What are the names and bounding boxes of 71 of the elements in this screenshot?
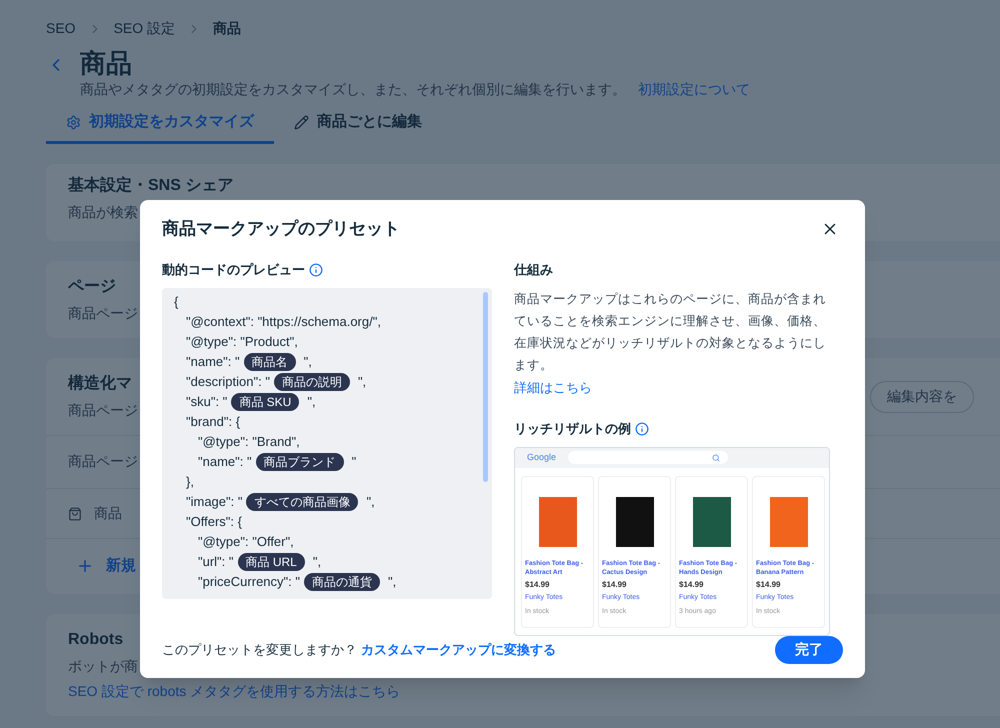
breadcrumb[interactable]: SEO — [46, 18, 76, 39]
tab[interactable]: 商品ごとに編集 — [274, 104, 442, 144]
code-text: "@type": "Offer", — [198, 532, 294, 551]
tab[interactable]: 初期設定をカスタマイズ — [46, 104, 274, 144]
info-icon[interactable] — [635, 422, 649, 436]
breadcrumb[interactable]: 商品 — [213, 18, 242, 39]
section-title: 基本設定・SNS シェア — [68, 175, 234, 196]
code-text: "Offers": { — [186, 512, 242, 531]
breadcrumb[interactable]: SEO 設定 — [114, 18, 176, 39]
dialog-title: 商品マークアップのプリセット — [162, 218, 400, 240]
code-text: "brand": { — [186, 412, 240, 431]
product-price: $14.99 — [525, 578, 550, 590]
variable-tag: すべての商品画像 — [246, 492, 358, 510]
variable-tag: 商品ブランド — [256, 452, 344, 470]
code-text: "description": " — [186, 372, 270, 391]
code-text: "@type": "Brand", — [198, 432, 300, 451]
variable-tag: 商品 URL — [238, 552, 305, 570]
page-description: 商品やメタタグの初期設定をカスタマイズし、また、それぞれ個別に編集を行います。 — [80, 80, 626, 99]
row-text: 商品 — [94, 504, 122, 523]
section-subtitle: 商品ページ — [68, 401, 138, 420]
code-text: ", — [304, 352, 312, 371]
bag-icon — [68, 506, 82, 520]
code-text: ", — [312, 552, 322, 571]
section-subtitle: ボットが商 — [68, 656, 138, 676]
code-text: "name": " — [198, 452, 252, 471]
code-text: " — [352, 452, 356, 471]
code-text: "sku": " — [186, 392, 228, 411]
section-label: 仕組み — [514, 261, 554, 279]
code-text: "@type": "Product", — [186, 332, 298, 351]
section-title: Robots — [68, 630, 124, 650]
add-link[interactable]: 新規 — [106, 555, 136, 578]
code-text: "url": " — [198, 552, 234, 571]
page-title: 商品 — [80, 47, 133, 79]
variable-tag: 商品の通貨 — [304, 572, 380, 590]
code-text: "@context": "https://schema.org/", — [186, 312, 381, 331]
edit-button[interactable]: 編集内容を — [870, 380, 974, 412]
variable-tag: 商品の説明 — [274, 372, 350, 390]
footer-question: このプリセットを変更しますか？ — [162, 640, 357, 659]
product-price: $14.99 — [602, 578, 628, 590]
code-text: ", — [307, 392, 316, 411]
product-price: $14.99 — [679, 578, 704, 590]
variable-tag: 商品名 — [244, 352, 296, 370]
scrollbar[interactable] — [483, 292, 488, 482]
code-text: }, — [186, 472, 194, 491]
code-text: ", — [366, 492, 375, 511]
section-label: リッチリザルトの例 — [514, 420, 631, 438]
product-price: $14.99 — [756, 578, 782, 590]
search-icon — [712, 454, 720, 462]
section-title: 構造化マ — [68, 374, 132, 394]
settings-icon — [66, 115, 81, 130]
convert-link[interactable]: カスタムマークアップに変換する — [361, 640, 556, 660]
section-label: 動的コードのプレビュー — [162, 261, 305, 279]
section-title: ページ — [68, 277, 116, 297]
info-link[interactable]: 初期設定について — [638, 79, 750, 100]
variable-tag: 商品 SKU — [231, 392, 300, 410]
section-subtitle: 商品ページ — [68, 304, 138, 323]
pencil-icon — [294, 115, 309, 130]
description-text: 商品マークアップはこれらのページに、商品が含まれていることを検索エンジンに理解させ、画像、価格、在庫状況などがリッチリザルトの対象となるようにします。 — [514, 290, 827, 374]
search-logo: Google — [527, 450, 556, 464]
code-text: "name": " — [186, 352, 240, 371]
code-text: "priceCurrency": " — [198, 572, 300, 591]
code-text: { — [174, 292, 178, 311]
details-link[interactable]: 詳細はこちら — [514, 378, 830, 397]
code-text: "image": " — [186, 492, 242, 511]
info-icon[interactable] — [309, 262, 323, 277]
help-link[interactable]: SEO 設定で robots メタタグを使用する方法はこちら — [68, 680, 400, 702]
code-text: ", — [358, 372, 366, 391]
done-button[interactable]: 完了 — [775, 636, 843, 664]
code-text: ", — [388, 572, 396, 591]
row-text: 商品ページ — [68, 453, 138, 469]
section-subtitle: 商品が検索 — [68, 203, 138, 222]
